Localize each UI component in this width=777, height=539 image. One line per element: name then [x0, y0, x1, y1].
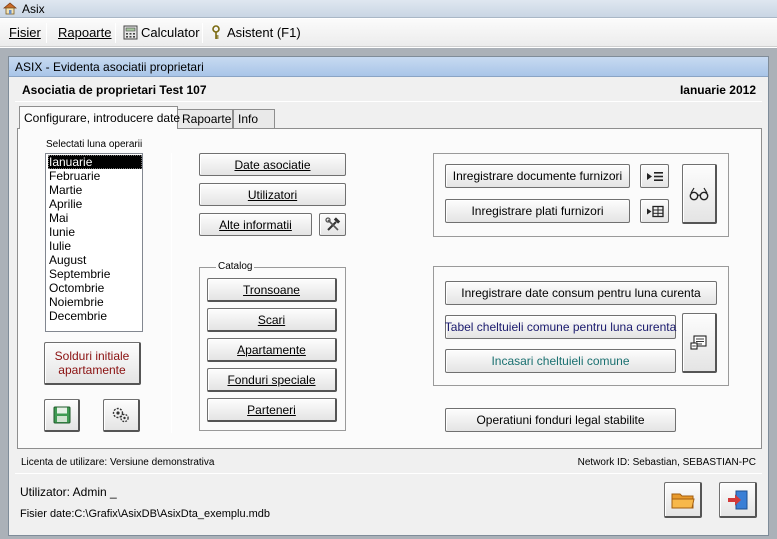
solduri-initiale-line1: Solduri initiale	[54, 349, 130, 363]
inregistrare-consum-button[interactable]: Inregistrare date consum pentru luna cur…	[445, 281, 717, 305]
gears-icon	[112, 407, 129, 423]
glasses-icon	[689, 187, 709, 200]
key-icon	[212, 25, 220, 39]
menu-rapoarte[interactable]: Rapoarte	[58, 25, 111, 40]
license-text: Licenta de utilizare: Versiune demonstra…	[21, 457, 215, 468]
solduri-initiale-button[interactable]: Solduri initiale apartamente	[44, 342, 141, 385]
apartamente-button[interactable]: Apartamente	[207, 338, 337, 362]
floppy-disk-icon	[53, 406, 70, 424]
solduri-initiale-line2: apartamente	[58, 363, 126, 377]
current-period: Ianuarie 2012	[679, 83, 756, 97]
calculator-icon	[123, 25, 138, 40]
tools-button[interactable]	[319, 213, 346, 236]
list-item[interactable]: Iunie	[48, 225, 142, 239]
list-item[interactable]: Ianuarie	[48, 155, 142, 169]
section-divider	[171, 153, 172, 433]
months-listbox[interactable]: Ianuarie Februarie Martie Aprilie Mai Iu…	[45, 153, 143, 332]
inregistrare-plati-label: Inregistrare plati furnizori	[471, 204, 604, 218]
tab-configurare[interactable]: Configurare, introducere date	[19, 106, 181, 129]
tronsoane-label: Tronsoane	[243, 282, 300, 297]
catalog-group-label: Catalog	[216, 261, 255, 272]
window-title: ASIX - Evidenta asociatii proprietari	[15, 60, 204, 74]
tab-info-label: Info	[238, 112, 259, 126]
parteneri-label: Parteneri	[247, 402, 296, 417]
menu-separator	[46, 23, 47, 43]
date-asociatie-label: Date asociatie	[234, 157, 311, 172]
incasari-label: Incasari cheltuieli comune	[491, 354, 630, 368]
list-item[interactable]: Iulie	[48, 239, 142, 253]
menu-asistent-label: Asistent (F1)	[227, 25, 301, 40]
list-item[interactable]: August	[48, 253, 142, 267]
view-furnizori-button[interactable]	[682, 164, 717, 224]
footer-divider	[15, 473, 762, 474]
tab-rapoarte[interactable]: Rapoarte	[177, 109, 233, 128]
list-item[interactable]: Aprilie	[48, 197, 142, 211]
inregistrare-documente-label: Inregistrare documente furnizori	[452, 169, 623, 183]
apartamente-label: Apartamente	[237, 342, 306, 357]
menu-separator	[202, 23, 203, 43]
app-title: Asix	[22, 2, 45, 16]
home-icon	[3, 2, 17, 15]
menu-separator	[115, 23, 116, 43]
header-divider	[15, 101, 762, 102]
open-folder-button[interactable]	[664, 482, 702, 518]
table-arrow-icon	[646, 205, 664, 217]
menu-fisier[interactable]: Fisier	[9, 25, 41, 40]
incasari-button[interactable]: Incasari cheltuieli comune	[445, 349, 676, 373]
inregistrare-documente-button[interactable]: Inregistrare documente furnizori	[445, 164, 630, 188]
menu-rapoarte-label: Rapoarte	[58, 25, 112, 40]
window-title-bar: ASIX - Evidenta asociatii proprietari	[9, 57, 768, 77]
list-arrow-button[interactable]	[640, 164, 669, 188]
tab-info[interactable]: Info	[233, 109, 275, 128]
tools-icon	[324, 216, 340, 231]
tab-rapoarte-label: Rapoarte	[182, 112, 232, 126]
exit-button[interactable]	[719, 482, 757, 518]
tabel-cheltuieli-label: Tabel cheltuieli comune pentru luna cure…	[444, 320, 677, 334]
menu-calculator-label: Calculator	[141, 25, 200, 40]
utilizatori-button[interactable]: Utilizatori	[199, 183, 346, 206]
data-file-path: Fisier date:C:\Grafix\AsixDB\AsixDta_exe…	[20, 508, 271, 520]
network-id-text: Network ID: Sebastian, SEBASTIAN-PC	[577, 457, 756, 468]
utilizatori-label: Utilizatori	[247, 187, 298, 202]
report-icon	[690, 334, 707, 350]
alte-informatii-label: Alte informatii	[219, 217, 292, 232]
app-title-bar: Asix	[0, 0, 777, 18]
menu-bar: Fisier Rapoarte Calculator Asistent (F1)	[0, 19, 777, 47]
list-item[interactable]: Septembrie	[48, 267, 142, 281]
scari-button[interactable]: Scari	[207, 308, 337, 332]
date-asociatie-button[interactable]: Date asociatie	[199, 153, 346, 176]
association-name: Asociatia de proprietari Test 107	[22, 83, 207, 97]
list-item[interactable]: Martie	[48, 183, 142, 197]
list-item[interactable]: Decembrie	[48, 309, 142, 323]
folder-icon	[671, 493, 695, 508]
menu-asistent[interactable]: Asistent (F1)	[210, 25, 301, 40]
current-user: Utilizator: Admin _	[20, 485, 117, 499]
menu-calculator[interactable]: Calculator	[123, 25, 200, 40]
save-button[interactable]	[44, 399, 80, 432]
operatiuni-fonduri-button[interactable]: Operatiuni fonduri legal stabilite	[445, 408, 676, 432]
inregistrare-plati-button[interactable]: Inregistrare plati furnizori	[445, 199, 630, 223]
report-button[interactable]	[682, 313, 717, 373]
main-window: ASIX - Evidenta asociatii proprietari As…	[8, 56, 769, 536]
list-arrow-icon	[646, 171, 663, 181]
list-item[interactable]: Februarie	[48, 169, 142, 183]
parteneri-button[interactable]: Parteneri	[207, 398, 337, 422]
tab-configurare-label: Configurare, introducere date	[24, 111, 181, 125]
menu-fisier-label: Fisier	[9, 25, 41, 40]
tronsoane-button[interactable]: Tronsoane	[207, 278, 337, 302]
list-item[interactable]: Noiembrie	[48, 295, 142, 309]
fonduri-speciale-label: Fonduri speciale	[227, 372, 316, 387]
tabel-cheltuieli-button[interactable]: Tabel cheltuieli comune pentru luna cure…	[445, 315, 676, 339]
fonduri-speciale-button[interactable]: Fonduri speciale	[207, 368, 337, 392]
months-label: Selectati luna operarii	[46, 139, 143, 150]
alte-informatii-button[interactable]: Alte informatii	[199, 213, 312, 236]
exit-door-icon	[727, 490, 747, 509]
table-arrow-button[interactable]	[640, 199, 669, 223]
list-item[interactable]: Mai	[48, 211, 142, 225]
scari-label: Scari	[257, 312, 286, 327]
operatiuni-fonduri-label: Operatiuni fonduri legal stabilite	[476, 413, 645, 427]
settings-button[interactable]	[103, 399, 140, 432]
list-item[interactable]: Octombrie	[48, 281, 142, 295]
inregistrare-consum-label: Inregistrare date consum pentru luna cur…	[461, 286, 701, 300]
